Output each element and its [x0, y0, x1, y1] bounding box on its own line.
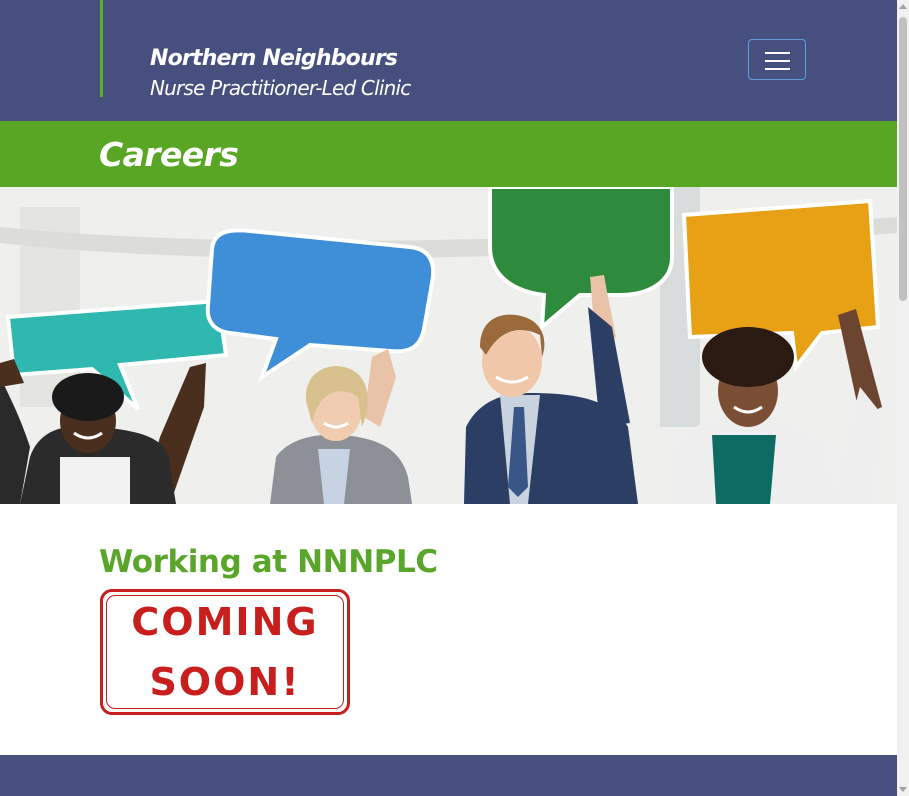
navbar-toggle-button[interactable] — [748, 39, 806, 80]
main-content: Working at NNNPLC COMING SOON! — [0, 504, 897, 755]
scroll-down-arrow-icon[interactable] — [899, 787, 907, 792]
vertical-scrollbar[interactable] — [897, 0, 909, 796]
stamp-text-line1: COMING — [131, 600, 319, 644]
hero-illustration — [0, 187, 897, 504]
hamburger-menu-icon — [765, 51, 790, 70]
brand-accent-bar — [100, 0, 103, 97]
hero-image — [0, 187, 897, 504]
section-heading: Working at NNNPLC — [99, 544, 438, 580]
scrollbar-thumb[interactable] — [899, 17, 907, 301]
brand-tagline: Nurse Practitioner-Led Clinic — [150, 76, 411, 100]
page-banner: Careers — [0, 121, 897, 187]
page-title: Careers — [99, 135, 239, 174]
site-header: Northern Neighbours Nurse Practitioner-L… — [0, 0, 897, 121]
brand-name: Northern Neighbours — [150, 46, 398, 71]
page: Northern Neighbours Nurse Practitioner-L… — [0, 0, 897, 796]
stamp-text-line2: SOON! — [149, 660, 301, 704]
coming-soon-stamp: COMING SOON! — [100, 589, 350, 715]
scroll-up-arrow-icon[interactable] — [899, 4, 907, 9]
site-footer — [0, 755, 897, 796]
brand-logo-link[interactable]: Northern Neighbours Nurse Practitioner-L… — [150, 44, 411, 102]
